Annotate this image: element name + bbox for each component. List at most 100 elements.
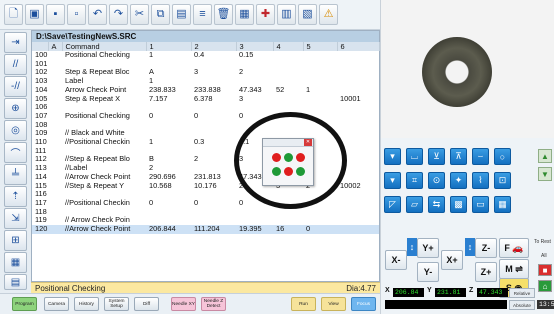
system-setup-button[interactable]: System Setup <box>104 297 129 311</box>
step-icon[interactable]: ⊞ <box>4 230 27 251</box>
save-as-icon[interactable]: ▫ <box>67 4 86 25</box>
stop-button[interactable]: ■ <box>538 264 552 276</box>
table-row[interactable]: 101 <box>32 60 379 69</box>
table-row[interactable]: 105 Step & Repeat X 7.157 6.378 3 10001 <box>32 95 379 104</box>
table-cell: 1 <box>306 85 311 94</box>
swap-icon[interactable]: ⇆ <box>428 196 445 213</box>
home-button[interactable]: ⌂ <box>538 280 552 292</box>
relative-button[interactable]: Relative <box>509 288 535 298</box>
image-icon[interactable]: ▧ <box>298 4 317 25</box>
history-button[interactable]: History <box>74 297 99 311</box>
grid-icon[interactable]: ▦ <box>4 252 27 273</box>
node-icon[interactable]: ◎ <box>4 120 27 141</box>
column-header[interactable]: 2 <box>191 42 237 51</box>
absolute-button[interactable]: Absolute <box>509 300 535 310</box>
arc-up-icon[interactable]: ⊼ <box>450 148 467 165</box>
column-header[interactable]: 1 <box>146 42 192 51</box>
table-cell: 47.343 <box>239 85 262 94</box>
column-header[interactable]: 5 <box>303 42 338 51</box>
green-down-icon[interactable]: ▼ <box>538 167 552 181</box>
line-icon[interactable]: ⌴ <box>406 148 423 165</box>
y-plus-button[interactable]: Y+ <box>417 238 439 258</box>
z-plus-button[interactable]: Z+ <box>475 262 497 282</box>
y-minus-button[interactable]: Y- <box>417 262 439 282</box>
save-icon[interactable]: ▪ <box>46 4 65 25</box>
warning-icon[interactable]: ⚠ <box>319 4 338 25</box>
curve-icon[interactable]: ⌣ <box>472 148 489 165</box>
run-button[interactable]: Run <box>291 297 316 311</box>
gauge-icon[interactable]: ⇲ <box>4 208 27 229</box>
dispense-dot-icon[interactable]: ▾ <box>384 148 401 165</box>
curve-icon[interactable]: ⌒ <box>4 142 27 163</box>
delete-icon[interactable]: 🗑 <box>214 4 233 25</box>
arrow-in-icon[interactable]: ⇥ <box>4 32 27 53</box>
table-cell: A <box>149 68 154 77</box>
column-header[interactable]: 3 <box>236 42 274 51</box>
column-header[interactable] <box>32 42 49 51</box>
x-plus-button[interactable]: X+ <box>441 250 463 270</box>
table-row[interactable]: 117//Positional Checkin 0 0 0 <box>32 199 379 208</box>
star-icon[interactable]: ✦ <box>450 172 467 189</box>
insert-line-icon[interactable]: ≡ <box>193 4 212 25</box>
double-slash-icon[interactable]: // <box>4 54 27 75</box>
table-row[interactable]: 104 Arrow Check Point 238.833 233.838 47.343… <box>32 86 379 95</box>
rotate-icon[interactable]: ⊙ <box>428 172 445 189</box>
paste-icon[interactable]: ▤ <box>172 4 191 25</box>
table-row[interactable]: 118 <box>32 208 379 217</box>
new-file-icon[interactable]: 🗋 <box>4 4 23 25</box>
focus-button[interactable]: Focus <box>351 297 376 311</box>
open-folder-icon[interactable]: ▣ <box>25 4 44 25</box>
grid-pattern-icon[interactable]: ⌗ <box>406 172 423 189</box>
x-minus-button[interactable]: X- <box>385 250 407 270</box>
redo-icon[interactable]: ↷ <box>109 4 128 25</box>
wave-icon[interactable]: ⌇ <box>472 172 489 189</box>
corner-icon[interactable]: ◸ <box>384 196 401 213</box>
feed-button[interactable]: F 🚗 <box>499 238 529 258</box>
needle-xy-button[interactable]: Needle XY <box>171 297 196 311</box>
table-cell <box>303 60 337 69</box>
offset-icon[interactable]: ⇡ <box>4 186 27 207</box>
copy-icon[interactable]: ⧉ <box>151 4 170 25</box>
target-icon[interactable]: ⊕ <box>4 98 27 119</box>
arc-down-icon[interactable]: ⊻ <box>428 148 445 165</box>
table-cell: 2 <box>194 155 199 164</box>
window-icon[interactable]: ▤ <box>4 274 27 290</box>
table-icon[interactable]: ▦ <box>235 4 254 25</box>
table-cell: 0 <box>303 225 337 234</box>
table-row[interactable]: 120 //Arrow Check Point 206.844 111.204 19.3… <box>32 225 379 234</box>
table-row[interactable]: 100 Positional Checking 1 0.4 0.15 <box>32 51 379 60</box>
document-icon[interactable]: ▥ <box>277 4 296 25</box>
table-cell: // Arrow Check Poin <box>65 216 130 225</box>
dispense-point-icon[interactable]: ▾ <box>384 172 401 189</box>
column-header[interactable]: 6 <box>337 42 380 51</box>
column-header[interactable]: Command <box>62 42 147 51</box>
green-up-icon[interactable]: ▲ <box>538 149 552 163</box>
table-row[interactable]: 107 Positional Checking 0 0 0 <box>32 112 379 121</box>
rect-icon[interactable]: ▭ <box>472 196 489 213</box>
needle-z-detect-button[interactable]: Needle Z Detect <box>201 297 226 311</box>
program-button[interactable]: Program <box>12 297 37 311</box>
mode-button[interactable]: M ⇌ <box>499 259 529 279</box>
undo-icon[interactable]: ↶ <box>88 4 107 25</box>
table-row[interactable]: 103 Label 1 <box>32 77 379 86</box>
diff-button[interactable]: Diff <box>134 297 159 311</box>
camera-button[interactable]: Camera <box>44 297 69 311</box>
box-icon[interactable]: ⊡ <box>494 172 511 189</box>
circle-icon[interactable]: ○ <box>494 148 511 165</box>
parallelogram-icon[interactable]: ▱ <box>406 196 423 213</box>
fill-icon[interactable]: ▩ <box>450 196 467 213</box>
grid-icon[interactable]: ▦ <box>494 196 511 213</box>
table-row[interactable]: 106 <box>32 103 379 112</box>
cut-icon[interactable]: ✂ <box>130 4 149 25</box>
table-row[interactable]: 119 // Arrow Check Poin <box>32 216 379 225</box>
column-header[interactable]: A <box>48 42 63 51</box>
view-button[interactable]: View <box>321 297 346 311</box>
table-cell <box>191 60 236 69</box>
column-header[interactable]: 4 <box>273 42 304 51</box>
double-slash-minus-icon[interactable]: -// <box>4 76 27 97</box>
ruler-icon[interactable]: ╧ <box>4 164 27 185</box>
table-cell <box>48 112 62 121</box>
z-minus-button[interactable]: Z- <box>475 238 497 258</box>
table-row[interactable]: 102 Step & Repeat Bloc A 3 2 <box>32 68 379 77</box>
add-point-icon[interactable]: ✚ <box>256 4 275 25</box>
